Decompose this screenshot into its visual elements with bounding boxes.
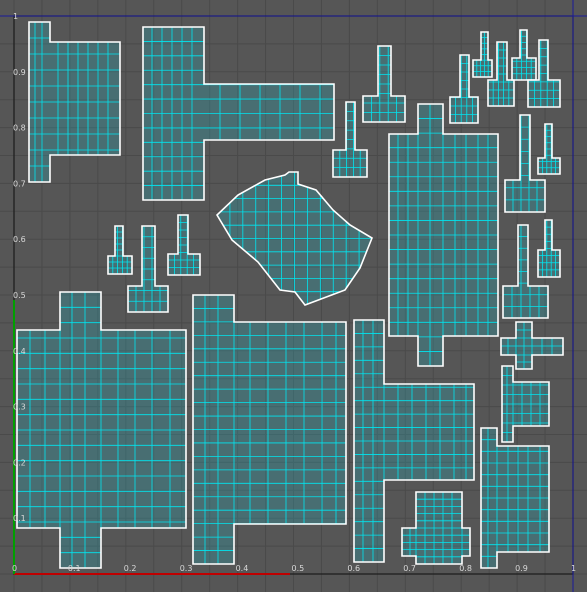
u-tick-label: 0.4: [236, 564, 249, 573]
v-tick-label: 0.9: [13, 68, 26, 77]
v-tick-label: 0.4: [13, 347, 26, 356]
u-tick-label: 1: [571, 564, 576, 573]
uv-shell-strap-left[interactable]: [28, 21, 121, 183]
u-tick-label: 0: [12, 564, 17, 573]
u-tick-label: 0.9: [515, 564, 528, 573]
uv-shell-lower-right[interactable]: [480, 427, 550, 569]
uv-shell-pin-14[interactable]: [167, 214, 201, 276]
uv-shell-pin-12[interactable]: [107, 225, 133, 275]
u-tick-label: 0.1: [68, 564, 81, 573]
uv-shell-small-bracket[interactable]: [501, 365, 550, 443]
u-tick-label: 0.2: [124, 564, 137, 573]
uv-shell-pin-6[interactable]: [511, 29, 537, 81]
v-tick-label: 0.6: [13, 235, 26, 244]
v-tick-label: 0.7: [13, 179, 26, 188]
uv-canvas[interactable]: 0 0.1 0.2 0.3 0.4 0.5 0.6 0.7 0.8 0.9 1 0.1 0.2 0.3 0.…: [0, 0, 587, 592]
uv-shell-bottom-left[interactable]: [16, 291, 187, 569]
uv-shell-pin-11[interactable]: [537, 219, 561, 278]
u-tick-label: 0.3: [180, 564, 193, 573]
u-tick-label: 0.5: [292, 564, 305, 573]
uv-editor-viewport[interactable]: 0 0.1 0.2 0.3 0.4 0.5 0.6 0.7 0.8 0.9 1 0.1 0.2 0.3 0.…: [0, 0, 587, 592]
v-tick-label: 1: [13, 12, 18, 21]
uv-shell-small-block[interactable]: [401, 491, 471, 565]
uv-shell-pin-9[interactable]: [537, 123, 561, 175]
uv-shell-small-cross[interactable]: [500, 321, 564, 370]
uv-shell-pin-2[interactable]: [332, 101, 368, 178]
u-tick-label: 0.6: [347, 564, 360, 573]
uv-shell-center-curved[interactable]: [215, 171, 373, 306]
uv-shell-cross-top[interactable]: [142, 26, 335, 201]
v-tick-label: 0.8: [13, 124, 26, 133]
u-tick-label: 0.7: [403, 564, 416, 573]
v-tick-label: 0.1: [13, 514, 26, 523]
uv-shell-right-tall[interactable]: [388, 103, 499, 367]
uv-shell-bottom-mid[interactable]: [192, 294, 347, 565]
u-tick-label: 0.8: [459, 564, 472, 573]
v-tick-label: 0.2: [13, 458, 26, 467]
v-tick-label: 0.3: [13, 403, 26, 412]
v-tick-label: 0.5: [13, 291, 26, 300]
uv-shell-pin-1[interactable]: [362, 45, 406, 123]
